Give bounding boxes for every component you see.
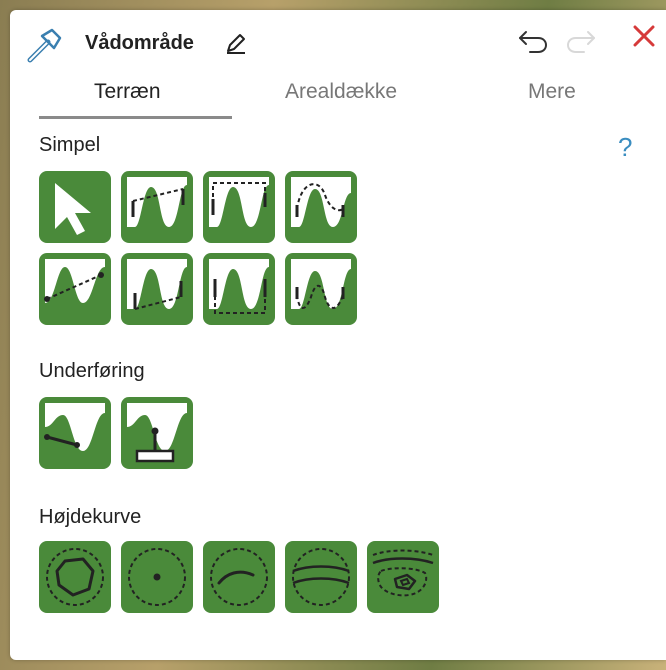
profile-slope-tool[interactable]	[121, 171, 193, 243]
contour-parallel-icon	[292, 548, 350, 606]
pencil-icon[interactable]	[224, 31, 248, 55]
contour-point-tool[interactable]	[121, 541, 193, 613]
tab-more[interactable]: Mere	[528, 80, 576, 104]
profile-slope-icon	[127, 177, 187, 227]
profile-flat-bottom-tool[interactable]	[203, 253, 275, 325]
select-arrow-icon	[55, 183, 91, 235]
tab-terrain[interactable]: Terræn	[94, 80, 161, 104]
underpass-pipe-tool[interactable]	[121, 397, 193, 469]
panel-header: Vådområde	[10, 10, 666, 70]
contour-polygon-tool[interactable]	[39, 541, 111, 613]
profile-dashed-arch-icon	[291, 177, 351, 227]
contour-nested-icon	[372, 549, 434, 597]
select-arrow-tool[interactable]	[39, 171, 111, 243]
profile-dashed-arch-tool[interactable]	[285, 171, 357, 243]
active-tab-indicator	[39, 116, 232, 119]
help-icon[interactable]: ?	[618, 132, 632, 163]
underpass-line-icon	[44, 403, 105, 451]
close-icon[interactable]	[630, 22, 658, 50]
contour-line-icon	[210, 548, 268, 606]
terrain-panel: Vådområde Terræn Arealdække Mere Simpel …	[10, 10, 666, 660]
profile-flat-top-icon	[209, 177, 269, 227]
section-label-underpass: Underføring	[39, 360, 145, 382]
hammer-icon	[27, 28, 62, 63]
profile-dashed-hill-icon	[291, 259, 351, 309]
section-label-contour: Højdekurve	[39, 506, 142, 528]
profile-step-tool[interactable]	[121, 253, 193, 325]
underpass-line-tool[interactable]	[39, 397, 111, 469]
section-label-simple: Simpel	[39, 134, 101, 156]
redo-icon[interactable]	[564, 26, 598, 56]
undo-icon[interactable]	[516, 26, 550, 56]
contour-line-tool[interactable]	[203, 541, 275, 613]
feature-title: Vådområde	[85, 32, 194, 54]
profile-diagonal-tool[interactable]	[39, 253, 111, 325]
profile-flat-top-tool[interactable]	[203, 171, 275, 243]
underpass-pipe-icon	[127, 403, 187, 463]
profile-dashed-hill-tool[interactable]	[285, 253, 357, 325]
profile-diagonal-icon	[44, 259, 105, 303]
contour-nested-tool[interactable]	[367, 541, 439, 613]
contour-point-icon	[128, 548, 186, 606]
contour-parallel-tool[interactable]	[285, 541, 357, 613]
tab-bar: Terræn Arealdække Mere	[10, 74, 666, 122]
contour-polygon-icon	[46, 548, 104, 606]
profile-step-icon	[127, 259, 187, 310]
profile-flat-bottom-icon	[209, 259, 269, 314]
tab-land-cover[interactable]: Arealdække	[285, 80, 397, 104]
